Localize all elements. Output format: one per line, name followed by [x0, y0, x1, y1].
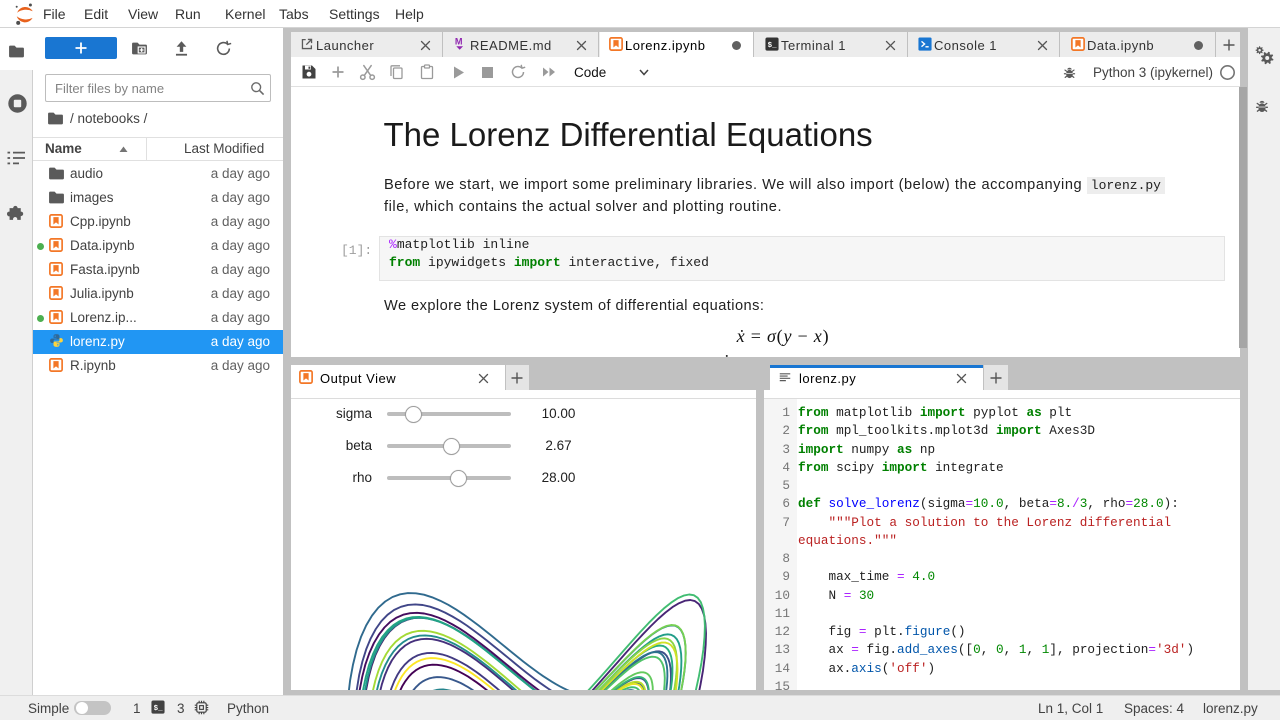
svg-text:M: M — [455, 37, 463, 47]
svg-text:$_: $_ — [154, 705, 163, 713]
svg-text:$_: $_ — [768, 42, 777, 50]
